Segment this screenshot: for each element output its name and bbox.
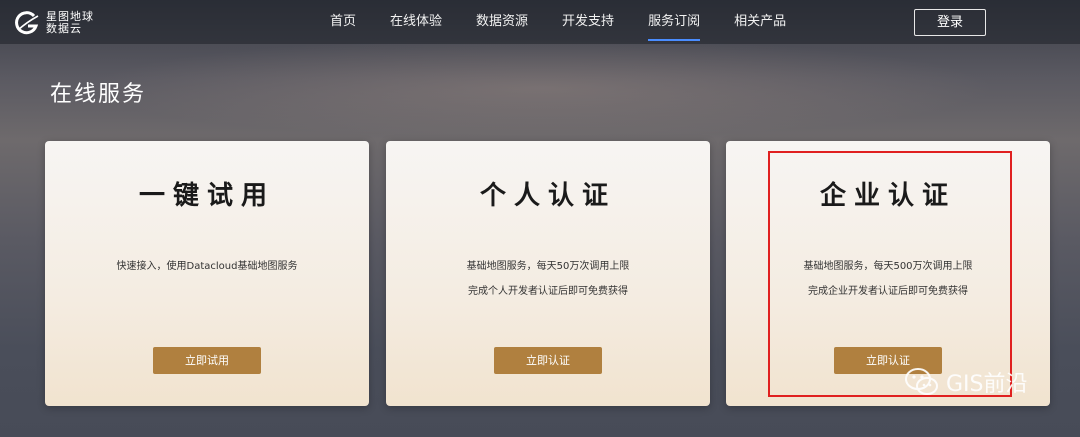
personal-certify-button[interactable]: 立即认证 [494,347,602,374]
card-personal-certification: 个人认证 基础地图服务，每天50万次调用上限 完成个人开发者认证后即可免费获得 … [386,141,710,406]
nav-item-related-products[interactable]: 相关产品 [734,0,786,44]
brand-name-line2: 数据云 [46,22,82,35]
wechat-icon [905,368,938,395]
watermark-text: GIS前沿 [946,372,1028,397]
page-title: 在线服务 [50,82,147,107]
card-description: 快速接入，使用Datacloud基础地图服务 [116,261,298,272]
logo-icon [15,11,39,35]
card-description-line1: 基础地图服务，每天50万次调用上限 [466,261,630,272]
nav-item-online-experience[interactable]: 在线体验 [390,0,442,44]
card-title: 一键试用 [138,181,275,211]
watermark: GIS前沿 [902,362,1028,402]
try-now-button[interactable]: 立即试用 [153,347,261,374]
card-description-line2: 完成个人开发者认证后即可免费获得 [468,286,628,297]
nav-item-service-subscription[interactable]: 服务订阅 [648,0,701,44]
card-description-line1: 基础地图服务，每天500万次调用上限 [803,261,973,272]
main-nav: 首页 在线体验 数据资源 开发支持 服务订阅 相关产品 [330,0,820,44]
nav-item-developer-support[interactable]: 开发支持 [562,0,614,44]
card-title: 个人认证 [479,181,616,211]
brand-name: 星图地球 数据云 [46,11,94,35]
login-button[interactable]: 登录 [914,9,986,36]
card-title: 企业认证 [819,181,956,211]
top-navigation-bar: 星图地球 数据云 首页 在线体验 数据资源 开发支持 服务订阅 相关产品 登录 [0,0,1080,44]
card-trial: 一键试用 快速接入，使用Datacloud基础地图服务 立即试用 [45,141,369,406]
brand-logo[interactable]: 星图地球 数据云 [14,9,104,37]
nav-item-home[interactable]: 首页 [330,0,356,44]
nav-item-data-resources[interactable]: 数据资源 [476,0,528,44]
card-description-line2: 完成企业开发者认证后即可免费获得 [808,286,968,297]
